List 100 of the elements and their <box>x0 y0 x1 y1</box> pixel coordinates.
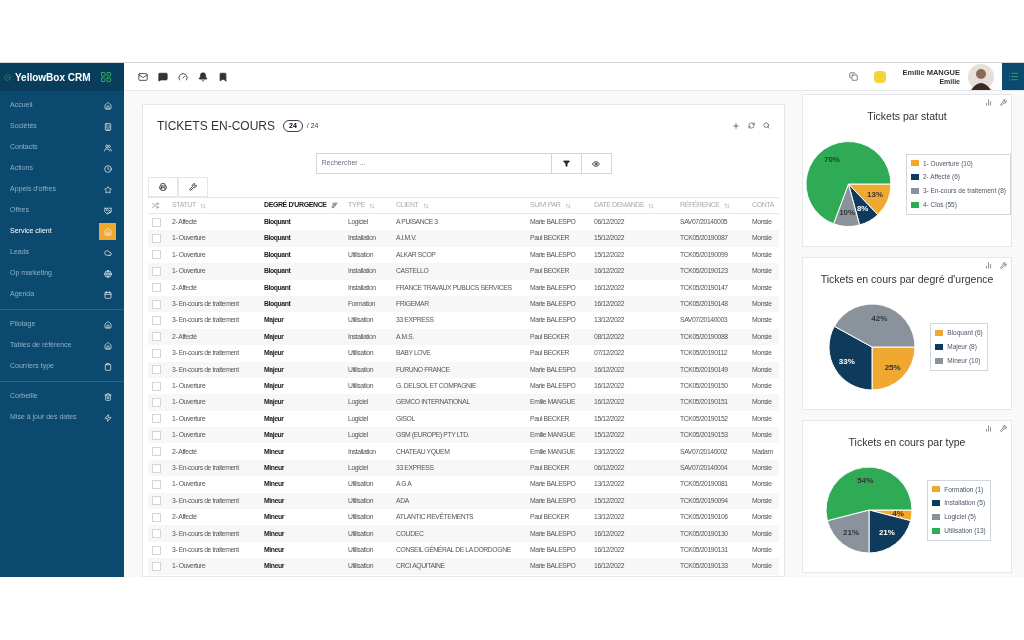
filter-icon <box>562 160 570 167</box>
legend-swatch <box>910 160 919 167</box>
row-checkbox[interactable] <box>152 512 161 522</box>
chart-title: Tickets en cours par degré d'urgence <box>819 272 995 287</box>
chart-icon[interactable] <box>985 262 992 269</box>
cloud-icon <box>103 248 112 257</box>
sort-icon <box>368 202 375 209</box>
clock-icon <box>103 164 112 173</box>
home-icon <box>103 320 112 329</box>
row-checkbox[interactable] <box>152 447 161 457</box>
mail-icon[interactable] <box>138 71 148 82</box>
row-checkbox[interactable] <box>152 250 161 260</box>
slice-label: 4% <box>892 508 904 518</box>
home-icon <box>103 341 112 350</box>
clipboard-icon <box>103 362 112 371</box>
tools-button[interactable] <box>178 177 208 197</box>
legend-swatch <box>935 330 944 337</box>
row-checkbox[interactable] <box>152 463 161 473</box>
printer-icon <box>159 183 167 191</box>
shuffle-icon[interactable] <box>152 202 159 209</box>
grid-icon[interactable] <box>100 71 112 83</box>
tools-icon[interactable] <box>1000 99 1007 106</box>
copy-icon[interactable] <box>849 72 859 81</box>
add-icon[interactable] <box>732 122 740 130</box>
card-title: TICKETS EN-COURS <box>157 118 275 135</box>
avatar[interactable] <box>968 63 994 90</box>
app-icon[interactable] <box>874 70 887 83</box>
row-checkbox[interactable] <box>152 545 161 555</box>
row-checkbox[interactable] <box>152 365 161 375</box>
gauge-icon[interactable] <box>178 71 188 82</box>
print-button[interactable] <box>148 177 178 197</box>
row-checkbox[interactable] <box>152 217 161 227</box>
row-checkbox[interactable] <box>152 299 161 309</box>
sort-icon <box>330 202 338 209</box>
bookmark-icon[interactable] <box>218 71 228 82</box>
view-button[interactable] <box>581 153 612 174</box>
bolt-icon <box>103 413 112 422</box>
legend-swatch <box>935 344 944 350</box>
slice-label: 42% <box>871 313 888 323</box>
legend-swatch <box>932 513 941 520</box>
eye-icon <box>592 159 600 168</box>
row-checkbox[interactable] <box>152 234 161 244</box>
row-checkbox[interactable] <box>152 266 161 276</box>
legend-swatch <box>932 486 941 493</box>
filter-button[interactable] <box>551 153 582 174</box>
legend-swatch <box>910 174 919 181</box>
chart-icon[interactable] <box>985 99 992 106</box>
row-checkbox[interactable] <box>152 414 161 424</box>
chart-icon[interactable] <box>985 425 992 432</box>
slice-label: 70% <box>824 155 840 165</box>
slice-label: 54% <box>857 476 874 485</box>
wrench-icon <box>189 183 197 191</box>
app-name: YellowBox CRM <box>15 70 91 85</box>
sort-icon <box>422 202 429 209</box>
home-icon <box>103 101 112 110</box>
chat-icon[interactable] <box>158 71 168 82</box>
globe-icon <box>103 269 112 278</box>
slice-label: 21% <box>843 528 860 538</box>
tools-icon[interactable] <box>1000 425 1007 432</box>
menu-icon <box>1007 71 1019 82</box>
search-icon[interactable] <box>763 122 770 129</box>
home-icon <box>103 227 112 236</box>
chart-title: Tickets en cours par type <box>847 435 967 450</box>
sort-icon <box>199 202 206 209</box>
row-checkbox[interactable] <box>152 398 161 407</box>
legend-swatch <box>910 187 919 194</box>
legend-swatch <box>910 201 919 208</box>
tools-icon[interactable] <box>1000 262 1007 269</box>
legend-swatch <box>935 357 944 364</box>
chart-title: Tickets par statut <box>866 109 948 124</box>
sort-icon <box>648 202 655 209</box>
slice-label: 10% <box>839 207 855 217</box>
row-checkbox[interactable] <box>152 479 161 489</box>
row-checkbox[interactable] <box>152 316 161 326</box>
slice-label: 33% <box>839 356 856 366</box>
sort-icon <box>564 202 571 209</box>
trash-icon <box>103 392 112 401</box>
slice-label: 21% <box>879 528 896 538</box>
building-icon <box>103 122 112 131</box>
row-checkbox[interactable] <box>152 381 161 391</box>
menu-button[interactable] <box>1002 63 1024 90</box>
calendar-icon <box>103 290 112 299</box>
slice-label: 13% <box>867 190 883 200</box>
logo-icon <box>4 73 11 81</box>
row-checkbox[interactable] <box>152 332 161 342</box>
row-checkbox[interactable] <box>152 561 161 571</box>
users-icon <box>103 143 112 152</box>
bell-icon[interactable] <box>198 71 208 82</box>
sort-icon <box>723 202 730 209</box>
row-checkbox[interactable] <box>152 529 161 539</box>
slice-label: 8% <box>856 204 869 214</box>
legend-swatch <box>932 527 941 534</box>
row-checkbox[interactable] <box>152 496 161 506</box>
star-icon <box>103 185 112 194</box>
refresh-icon[interactable] <box>748 122 755 129</box>
slice-label: 25% <box>884 362 901 372</box>
legend-swatch <box>932 500 941 507</box>
row-checkbox[interactable] <box>152 283 161 293</box>
row-checkbox[interactable] <box>152 348 161 358</box>
row-checkbox[interactable] <box>152 430 161 440</box>
